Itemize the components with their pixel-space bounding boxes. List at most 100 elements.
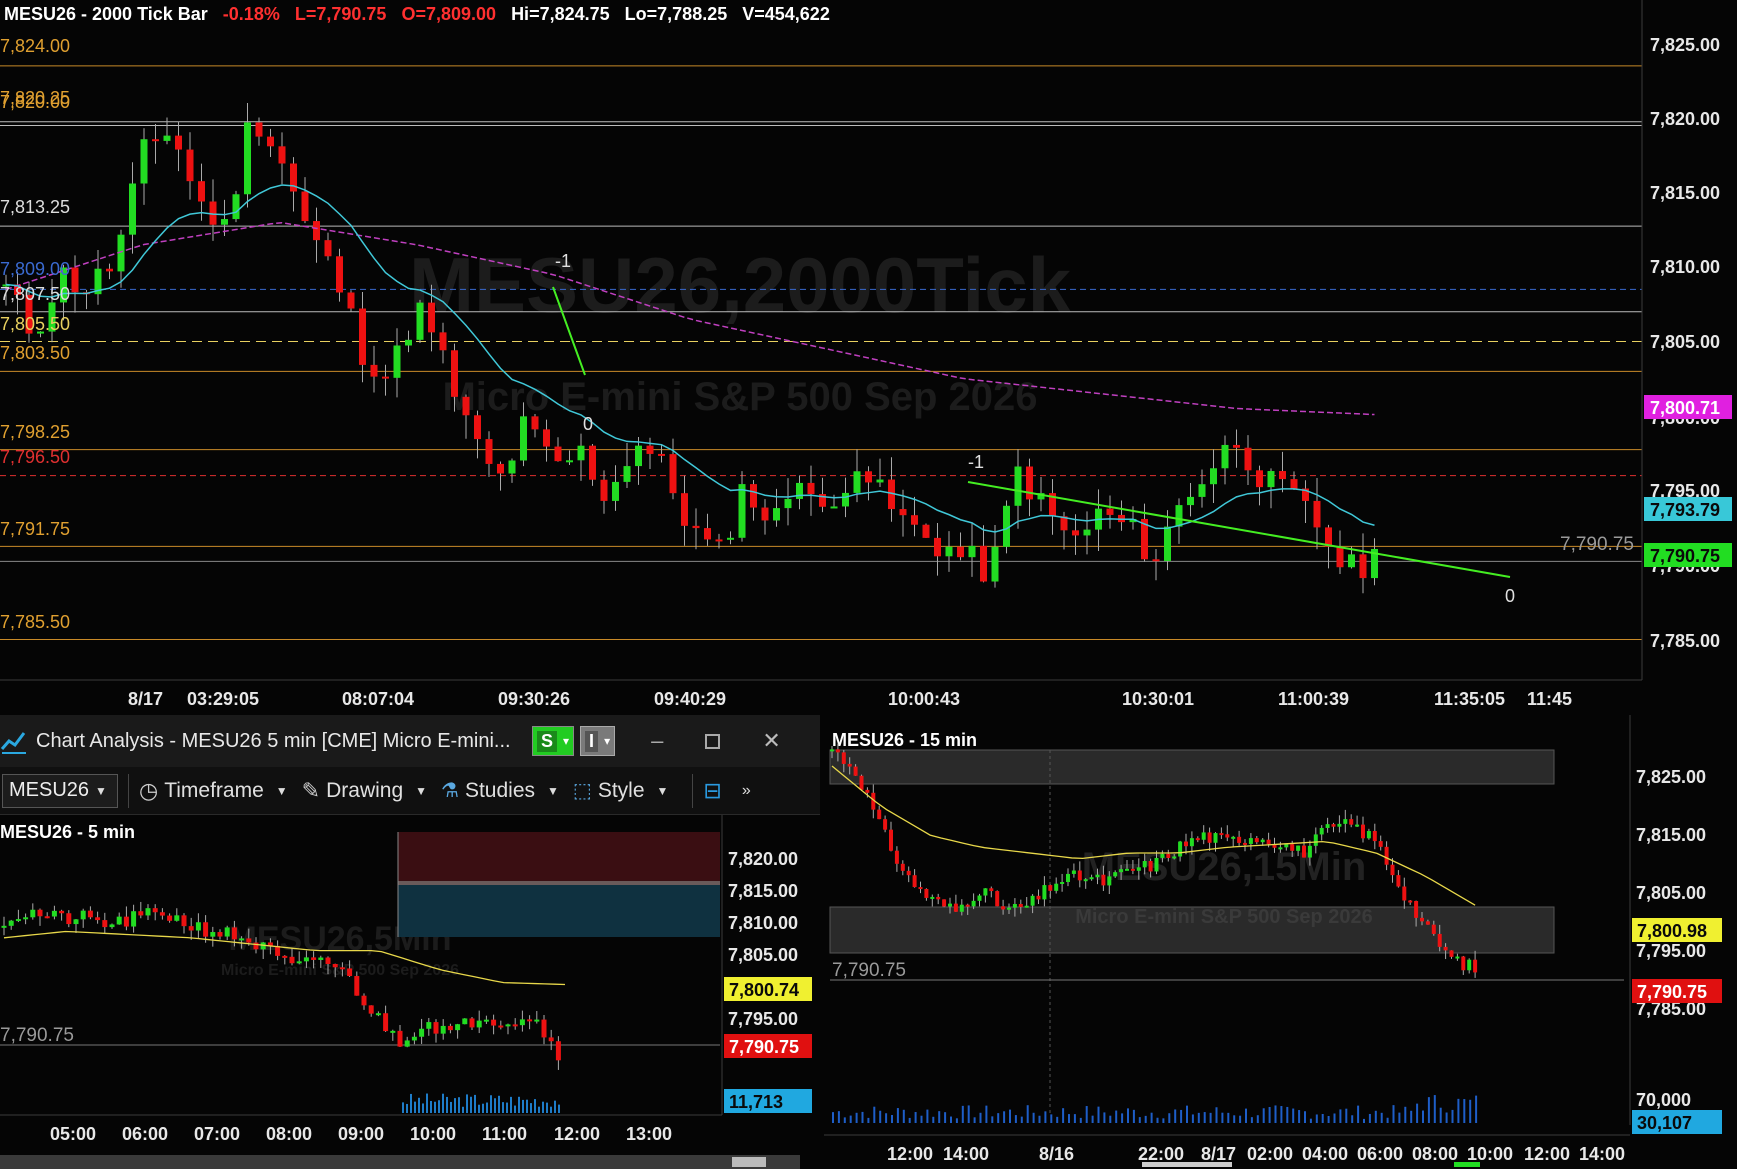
volume-bar — [1304, 1111, 1306, 1123]
fifteen-min-candle — [1455, 956, 1460, 959]
studies-menu[interactable]: ⚗ Studies ▼ — [441, 778, 559, 803]
horizontal-scrollbar[interactable] — [0, 1155, 800, 1169]
fifteen-min-candle — [942, 899, 947, 907]
fifteen-min-candle — [1160, 853, 1165, 858]
tick-candle — [485, 439, 493, 464]
minimize-icon[interactable]: – — [651, 728, 663, 754]
demand-zone — [398, 885, 720, 937]
window-titlebar[interactable]: Chart Analysis - MESU26 5 min [CME] Micr… — [0, 715, 820, 767]
five-min-candle — [462, 1018, 468, 1025]
five-min-candle — [447, 1025, 453, 1031]
strategy-s-button[interactable]: S ▾ — [532, 726, 575, 756]
fifteen-min-candle — [1378, 841, 1383, 847]
tick-candle — [140, 139, 148, 184]
volume-bar — [1404, 1106, 1407, 1123]
chart-title: MESU26 - 5 min — [0, 822, 135, 842]
indicator-i-button[interactable]: I ▾ — [580, 726, 616, 756]
tick-candle — [600, 479, 608, 501]
marker-label: -1 — [555, 251, 571, 271]
tick-candle — [359, 308, 366, 365]
five-min-candle — [411, 1036, 417, 1041]
scrollbar-thumb[interactable] — [732, 1157, 766, 1167]
five-min-candle — [282, 955, 288, 958]
close-icon[interactable]: ✕ — [762, 728, 780, 754]
volume-bar — [1162, 1118, 1165, 1123]
five-min-candle — [347, 968, 353, 977]
fifteen-min-chart-canvas[interactable]: MESU26 - 15 min MESU26,15Min Micro E-min… — [824, 715, 1737, 1169]
tick-candle — [692, 525, 700, 529]
time-axis[interactable]: 05:00 06:00 07:00 08:00 09:00 10:00 11:0… — [50, 1124, 672, 1144]
last-price-tag: 7,790.75 — [1637, 982, 1707, 1002]
volume-bar — [1038, 1115, 1041, 1123]
time-axis-tick: 11:45 — [1527, 689, 1572, 709]
volume-bar — [1209, 1112, 1212, 1123]
volume-bar — [414, 1101, 416, 1113]
tick-candle — [635, 445, 642, 467]
volume-bar — [470, 1096, 472, 1113]
five-min-candle — [131, 911, 137, 927]
main-chart-canvas[interactable]: MESU26,2000Tick Micro E-mini S&P 500 Sep… — [0, 0, 1737, 717]
fifteen-min-candle — [1461, 956, 1466, 971]
fifteen-min-candle — [995, 891, 1000, 907]
level-label: 7,785.50 — [0, 612, 70, 632]
style-menu[interactable]: ⬚ Style ▼ — [573, 778, 668, 803]
fifteen-min-candle — [847, 763, 852, 767]
ma-tag: 7,800.98 — [1637, 921, 1707, 941]
main-tick-chart[interactable]: MESU26,2000Tick Micro E-mini S&P 500 Sep… — [0, 0, 1737, 717]
fifteen-min-candle — [1366, 830, 1371, 839]
volume-bar — [1250, 1117, 1253, 1123]
chart-analysis-window[interactable]: Chart Analysis - MESU26 5 min [CME] Micr… — [0, 715, 820, 1169]
five-min-candle — [1, 925, 7, 928]
layout-icon[interactable]: ⊟ — [703, 778, 721, 804]
fifteen-min-candle — [1361, 824, 1365, 839]
volume-bar — [462, 1106, 464, 1113]
volume-bar — [494, 1098, 496, 1113]
fifteen-min-candle — [1390, 864, 1395, 876]
volume-bar — [1026, 1105, 1029, 1123]
volume-bar — [1309, 1118, 1312, 1123]
fifteen-min-candle — [1467, 959, 1472, 971]
volume-bar — [1044, 1111, 1047, 1123]
volume-bar — [490, 1095, 492, 1113]
tick-candle — [669, 454, 677, 494]
fifteen-min-candle — [1136, 867, 1141, 871]
fifteen-min-candle — [965, 904, 970, 907]
five-min-chart-canvas[interactable]: MESU26 - 5 min MESU26,5Min Micro E-mini … — [0, 815, 820, 1169]
drawing-menu[interactable]: ✎ Drawing ▼ — [302, 778, 427, 804]
timeframe-menu[interactable]: ◷ Timeframe ▼ — [139, 778, 288, 804]
fifteen-min-candle — [1213, 833, 1218, 843]
volume-bar — [926, 1109, 929, 1123]
fifteen-min-candle — [1219, 833, 1224, 836]
volume-bar — [1180, 1109, 1183, 1123]
chevron-down-icon: ▼ — [547, 783, 559, 798]
fifteen-min-candle — [1237, 836, 1242, 843]
five-min-candle — [246, 938, 252, 943]
time-axis-tick: 12:00 — [887, 1144, 933, 1164]
tick-candle — [531, 416, 539, 430]
volume-bar — [1262, 1108, 1265, 1123]
volume-bar — [849, 1115, 852, 1123]
fifteen-min-candle — [1113, 872, 1118, 877]
volume-bar — [1286, 1106, 1289, 1123]
tick-candle — [750, 484, 757, 508]
overflow-chevron-icon[interactable]: » — [742, 782, 751, 800]
fifteen-min-candle — [953, 903, 958, 912]
fifteen-min-chart[interactable]: MESU26 - 15 min MESU26,15Min Micro E-min… — [824, 715, 1737, 1169]
volume-bar — [1333, 1113, 1336, 1123]
volume-bar — [1351, 1115, 1354, 1123]
five-min-candle — [80, 910, 86, 920]
volume-bar — [502, 1102, 504, 1113]
volume-bar — [861, 1111, 864, 1123]
fifteen-min-candle — [1408, 900, 1413, 903]
volume-bar — [891, 1115, 893, 1123]
fifteen-min-candle — [1437, 933, 1442, 947]
volume-bar — [1227, 1112, 1230, 1123]
five-min-candle — [469, 1018, 475, 1028]
maximize-icon[interactable] — [705, 733, 721, 749]
fifteen-min-candle — [989, 888, 994, 892]
tick-candle — [1348, 554, 1355, 568]
tick-candle — [163, 135, 171, 141]
five-min-candle — [548, 1037, 554, 1042]
five-min-candle — [73, 919, 79, 925]
symbol-dropdown[interactable]: MESU26 ▼ — [2, 773, 118, 808]
